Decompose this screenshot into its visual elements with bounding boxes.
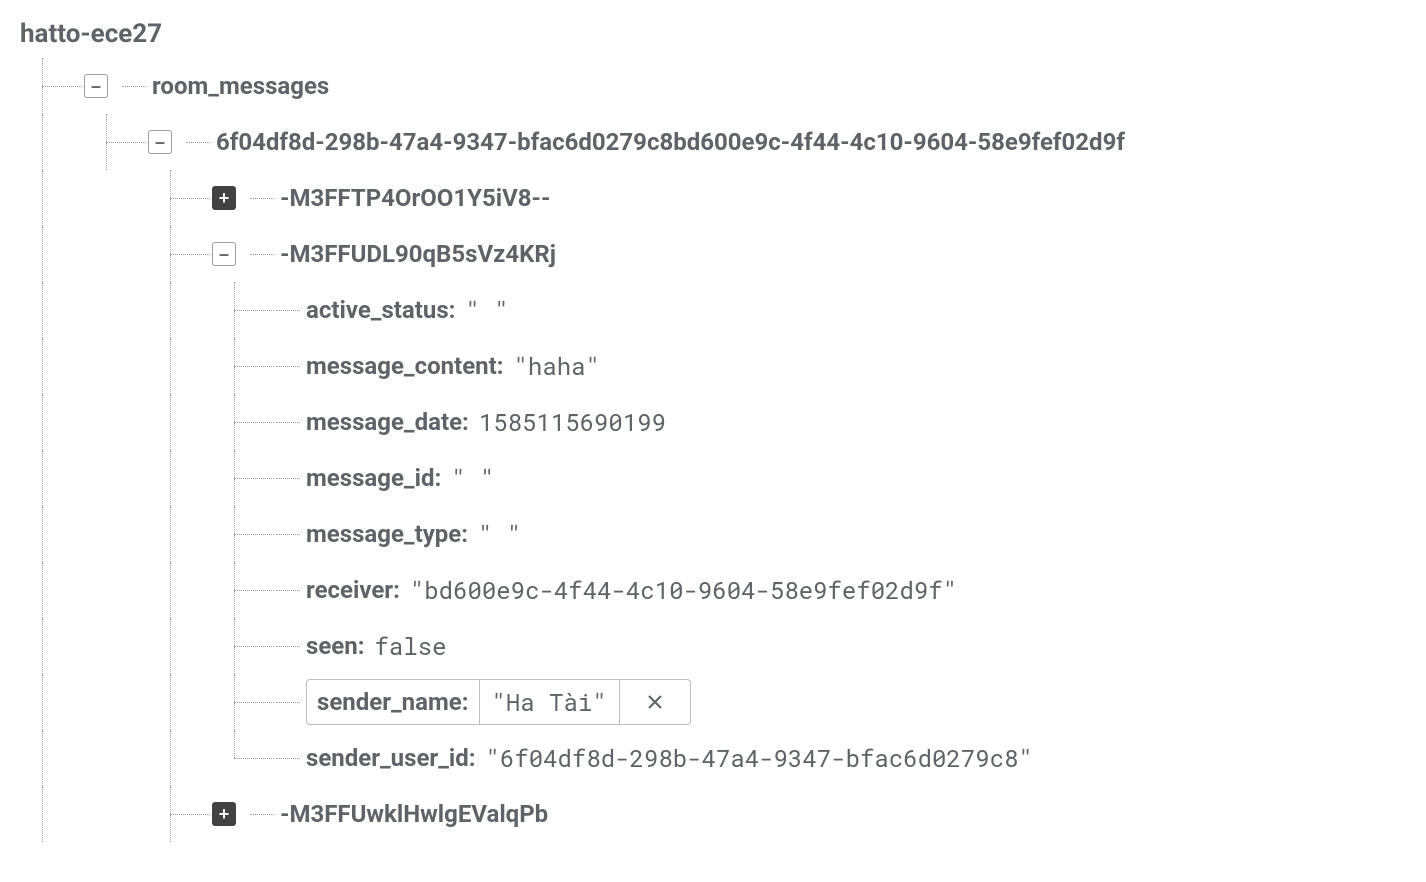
- field-key: seen: [306, 632, 358, 660]
- close-icon: [646, 693, 664, 711]
- field-value: " ": [451, 462, 494, 494]
- field-value: "haha": [514, 350, 600, 382]
- field-message-content[interactable]: message_content: "haha": [20, 338, 1406, 394]
- collapse-icon[interactable]: –: [212, 242, 236, 266]
- cancel-edit-button[interactable]: [620, 680, 690, 724]
- field-value: "6f04df8d-298b-47a4-9347-bfac6d0279c8": [486, 742, 1033, 774]
- field-value: " ": [478, 518, 521, 550]
- field-receiver[interactable]: receiver: "bd600e9c-4f44-4c10-9604-58e9f…: [20, 562, 1406, 618]
- field-key: message_date: [306, 408, 462, 436]
- node-room-id[interactable]: – 6f04df8d-298b-47a4-9347-bfac6d0279c8bd…: [20, 114, 1406, 170]
- field-message-type[interactable]: message_type: " ": [20, 506, 1406, 562]
- field-key: receiver: [306, 576, 393, 604]
- node-key: -M3FFUwklHwlgEValqPb: [280, 800, 548, 828]
- node-room-messages[interactable]: – room_messages: [20, 58, 1406, 114]
- node-key: 6f04df8d-298b-47a4-9347-bfac6d0279c8bd60…: [216, 128, 1125, 156]
- collapse-icon[interactable]: –: [148, 130, 172, 154]
- root-node[interactable]: hatto-ece27: [20, 10, 1406, 58]
- field-value-input[interactable]: "Ha Tài": [479, 680, 620, 724]
- field-key: message_id: [306, 464, 434, 492]
- field-sender-user-id[interactable]: sender_user_id: "6f04df8d-298b-47a4-9347…: [20, 730, 1406, 786]
- field-value: " ": [465, 294, 508, 326]
- field-key: sender_name:: [307, 680, 479, 724]
- node-key: -M3FFTP4OrOO1Y5iV8--: [280, 184, 550, 212]
- expand-icon[interactable]: +: [212, 186, 236, 210]
- node-message-3[interactable]: + -M3FFUwklHwlgEValqPb: [20, 786, 1406, 842]
- node-key: room_messages: [152, 72, 329, 100]
- field-key: message_type: [306, 520, 461, 548]
- field-value: false: [374, 630, 446, 662]
- field-key: active_status: [306, 296, 449, 324]
- field-value: "bd600e9c-4f44-4c10-9604-58e9fef02d9f": [410, 574, 957, 606]
- node-message-2[interactable]: – -M3FFUDL90qB5sVz4KRj: [20, 226, 1406, 282]
- edit-field: sender_name: "Ha Tài": [306, 679, 691, 725]
- field-sender-name[interactable]: sender_name: "Ha Tài": [20, 674, 1406, 730]
- node-message-1[interactable]: + -M3FFTP4OrOO1Y5iV8--: [20, 170, 1406, 226]
- field-message-id[interactable]: message_id: " ": [20, 450, 1406, 506]
- field-message-date[interactable]: message_date: 1585115690199: [20, 394, 1406, 450]
- field-value: 1585115690199: [479, 406, 666, 438]
- database-tree: hatto-ece27 – room_messages – 6f04df8d-2…: [0, 0, 1426, 882]
- field-seen[interactable]: seen: false: [20, 618, 1406, 674]
- field-active-status[interactable]: active_status: " ": [20, 282, 1406, 338]
- field-key: message_content: [306, 352, 497, 380]
- root-key: hatto-ece27: [20, 19, 162, 49]
- expand-icon[interactable]: +: [212, 802, 236, 826]
- node-key: -M3FFUDL90qB5sVz4KRj: [280, 240, 556, 268]
- collapse-icon[interactable]: –: [84, 74, 108, 98]
- field-key: sender_user_id: [306, 744, 469, 772]
